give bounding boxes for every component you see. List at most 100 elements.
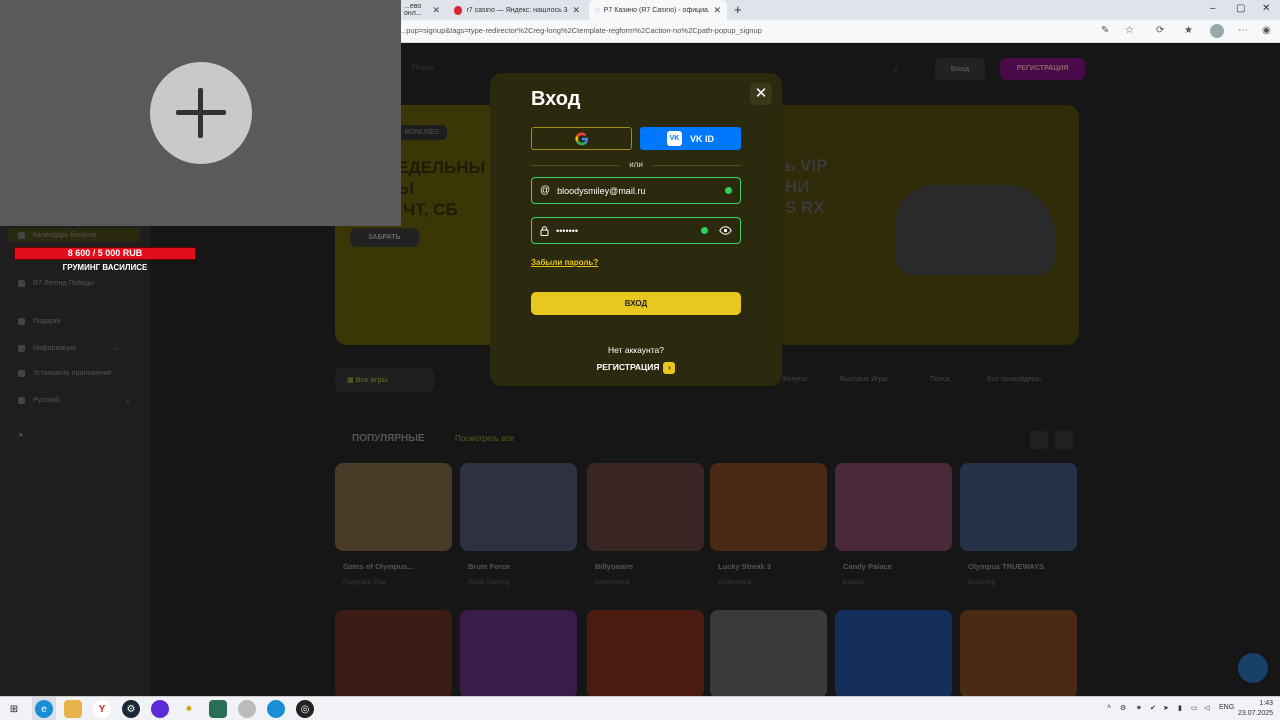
game-card[interactable]	[710, 463, 827, 551]
filter-label: Все игры	[355, 377, 388, 384]
game-card[interactable]	[587, 463, 704, 551]
game-card[interactable]	[710, 610, 827, 698]
sidebar-item-legend[interactable]: R7 Легенд Победы	[18, 280, 94, 287]
game-card[interactable]	[835, 463, 952, 551]
url-text[interactable]: ...pup=signup&tags=type-redirector%2Creg…	[400, 26, 762, 35]
app-gray-icon[interactable]	[238, 700, 256, 718]
search-icon[interactable]: ⌕	[893, 64, 898, 75]
game-card[interactable]	[960, 463, 1077, 551]
sidebar-item-bonus-calendar[interactable]: Календарь бонусов	[8, 228, 140, 242]
gift-icon	[18, 318, 25, 325]
edge-icon[interactable]: e	[35, 700, 53, 718]
forgot-password-link[interactable]: Забыли пароль?	[531, 258, 598, 267]
vk-id-login-button[interactable]: VK VK ID	[640, 127, 741, 150]
close-tab-icon[interactable]: ✕	[432, 5, 440, 16]
app-window-icon[interactable]	[209, 700, 227, 718]
or-label: или	[629, 160, 643, 169]
tray-check-icon[interactable]: ✔	[1150, 704, 1156, 712]
game-card[interactable]	[335, 610, 452, 698]
game-card[interactable]	[460, 463, 577, 551]
profile-avatar[interactable]	[1210, 24, 1224, 38]
extensions-icon[interactable]: ⟳	[1156, 25, 1164, 36]
loading-favicon-icon: ◌	[595, 5, 600, 15]
tray-network-icon[interactable]: ▭	[1191, 704, 1198, 712]
carousel-next-button[interactable]	[1055, 431, 1073, 449]
browser-tab[interactable]: r7 casino — Яндекс: нашлось 3 ... ✕	[448, 0, 586, 20]
sidebar-item-language[interactable]: Русский ⌄	[18, 396, 131, 404]
system-clock[interactable]: 1:43 23.07.2025	[1238, 699, 1273, 719]
language-indicator[interactable]: ENG	[1219, 704, 1234, 711]
window-close-icon[interactable]: ✕	[1262, 3, 1270, 14]
tray-steam-icon[interactable]: ⚙	[1120, 704, 1126, 712]
carousel-prev-button[interactable]	[1030, 431, 1048, 449]
collections-icon[interactable]: ★	[1184, 25, 1193, 36]
email-value[interactable]: bloodysmiley@mail.ru	[557, 186, 718, 196]
close-tab-icon[interactable]: ✕	[572, 5, 580, 16]
view-all-link[interactable]: Посмотреть все	[455, 434, 514, 443]
game-title: Billyonaire	[595, 562, 634, 571]
filter-bonuses[interactable]: Бонусы	[783, 376, 807, 383]
game-card[interactable]	[587, 610, 704, 698]
game-card[interactable]	[835, 610, 952, 698]
banner-claim-button[interactable]: ЗАБРАТЬ	[350, 228, 419, 247]
start-icon[interactable]: ⊞	[5, 700, 23, 718]
telegram-icon[interactable]: ➤	[18, 431, 24, 439]
edge-secondary-icon[interactable]	[267, 700, 285, 718]
close-icon[interactable]: ✕	[750, 83, 772, 105]
copilot-icon[interactable]: ◉	[1262, 25, 1271, 36]
sidebar-item-install-app[interactable]: Установить приложение	[18, 370, 112, 377]
filter-providers[interactable]: Все провайдеры	[987, 376, 1041, 383]
game-card[interactable]	[960, 610, 1077, 698]
favorite-star-icon[interactable]: ☆	[1125, 25, 1134, 36]
game-provider: Endorphina	[718, 579, 752, 586]
tray-chevron-icon[interactable]: ˄	[1107, 704, 1111, 711]
sidebar-item-label: Установить приложение	[33, 370, 112, 377]
clock-time: 1:43	[1259, 700, 1274, 707]
register-button[interactable]: РЕГИСТРАЦИЯ	[1000, 58, 1085, 80]
password-value[interactable]: •••••••	[556, 226, 694, 236]
game-card[interactable]	[335, 463, 452, 551]
or-divider: или	[531, 160, 741, 170]
login-button[interactable]: Вход	[935, 58, 985, 80]
tray-star-icon[interactable]: ✷	[1136, 704, 1142, 712]
eye-icon[interactable]	[719, 226, 732, 235]
register-link[interactable]: РЕГИСТРАЦИЯ ›	[531, 362, 741, 374]
yandex-favicon-icon	[454, 5, 463, 15]
tray-telegram-icon[interactable]: ➤	[1163, 704, 1169, 712]
google-login-button[interactable]	[531, 127, 632, 150]
new-tab-icon[interactable]: +	[734, 2, 742, 17]
sidebar-item-info[interactable]: Информация ⌄	[18, 344, 120, 352]
browser-tab-active[interactable]: ◌ Р7 Казино (R7 Casino) - официа... ✕	[589, 0, 727, 20]
login-submit-button[interactable]: ВХОД	[531, 292, 741, 315]
close-tab-icon[interactable]: ✕	[713, 5, 721, 16]
filter-fast-games[interactable]: Быстрые Игры	[840, 376, 888, 383]
password-field[interactable]: •••••••	[531, 217, 741, 244]
filter-search[interactable]: Поиск	[930, 376, 949, 383]
section-title: ПОПУЛЯРНЫЕ	[352, 433, 425, 444]
obs-icon[interactable]: ◎	[296, 700, 314, 718]
app-circle-icon[interactable]	[151, 700, 169, 718]
sidebar-item-gifts[interactable]: Подарки	[18, 318, 61, 325]
maximize-icon[interactable]: ▢	[1236, 3, 1245, 14]
steam-icon[interactable]: ⚙	[122, 700, 140, 718]
diamond-icon	[18, 280, 25, 287]
sidebar-item-label: Информация	[33, 344, 76, 352]
tray-volume-icon[interactable]: ◁	[1204, 704, 1209, 712]
yandex-browser-icon[interactable]: Y	[93, 700, 111, 718]
read-aloud-icon[interactable]: ✎	[1101, 25, 1109, 36]
support-chat-button[interactable]	[1238, 653, 1268, 683]
game-card[interactable]	[460, 610, 577, 698]
google-icon	[574, 131, 588, 145]
add-button[interactable]	[150, 62, 252, 164]
more-icon[interactable]: ⋯	[1238, 25, 1248, 36]
app-star-icon[interactable]: ✷	[180, 700, 198, 718]
email-field[interactable]: @ bloodysmiley@mail.ru	[531, 177, 741, 204]
tab-title: r7 casino — Яндекс: нашлось 3 ...	[466, 6, 569, 14]
browser-tab[interactable]: ...ево онл... ✕	[398, 0, 446, 20]
minimize-icon[interactable]: –	[1210, 3, 1216, 14]
tray-usb-icon[interactable]: ▮	[1178, 704, 1182, 712]
game-provider: Relax Gaming	[468, 579, 510, 586]
filter-all-games[interactable]: ▣ Все игры	[335, 368, 435, 392]
file-explorer-icon[interactable]	[64, 700, 82, 718]
donation-progress: 8 600 / 5 000 RUB	[14, 247, 196, 260]
